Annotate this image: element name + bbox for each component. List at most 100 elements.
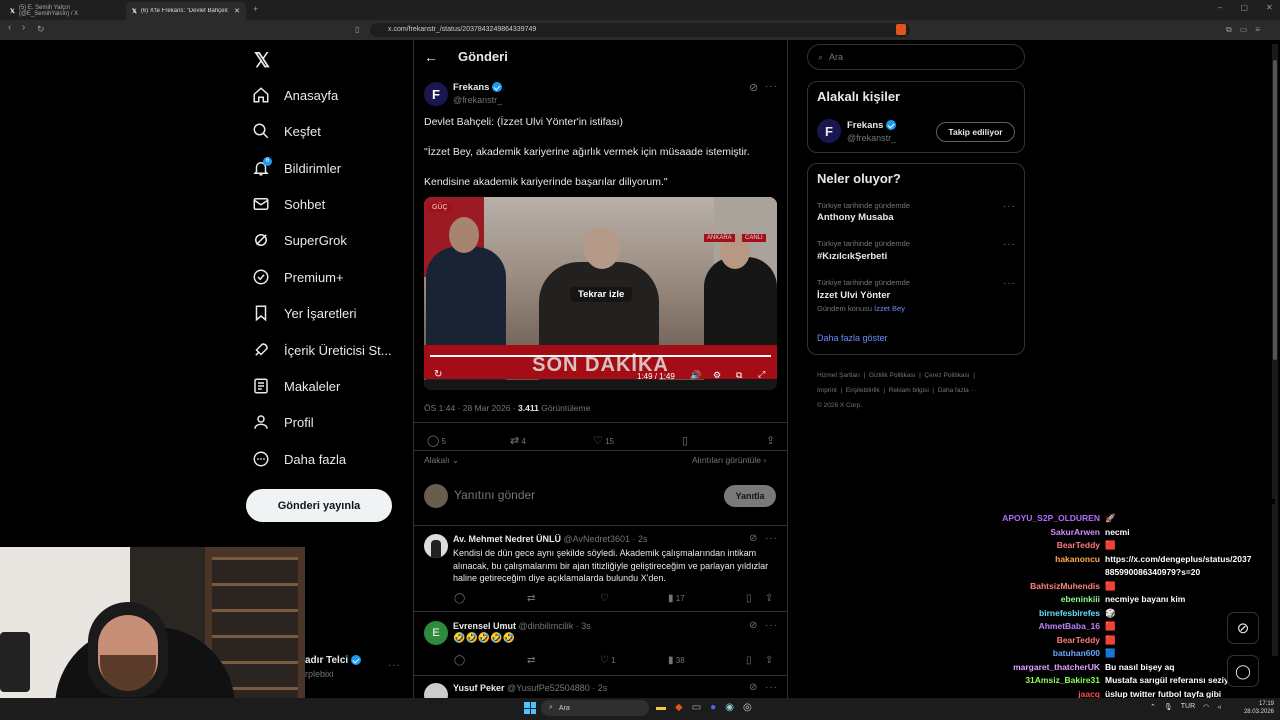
nav-articles[interactable]: Makaleler [252,372,340,400]
footer-link[interactable]: Erişilebilirlik [846,387,880,394]
views-action[interactable]: ▮ 38 [668,655,746,666]
author-name[interactable]: Frekans [453,82,503,93]
chat-username[interactable]: hakanoncu [1000,553,1105,566]
chat-username[interactable]: BearTeddy [1000,634,1105,647]
pip-icon[interactable]: ⧉ [736,370,742,381]
folder-icon[interactable]: ▬ [656,702,666,713]
retweet-icon[interactable]: ⇄ [527,593,600,604]
nav-more[interactable]: Daha fazla [252,445,346,473]
mic-icon[interactable]: 🎙 [1164,703,1173,711]
chat-username[interactable]: APOYU_S2P_OLDUREN [1000,512,1105,525]
footer-link[interactable]: Gizlilik Politikası [869,372,916,379]
grok-icon[interactable]: ⊘ [749,682,757,693]
reply-action[interactable]: ◯ 5 [427,434,510,447]
reload-icon[interactable]: ↻ [37,24,45,35]
relevance-dropdown[interactable]: Alakalı ⌄ [424,455,459,466]
reply-icon[interactable]: ◯ [454,593,527,604]
account-name[interactable]: adır Telci [305,655,361,666]
grok-icon[interactable]: ⊘ [749,620,757,631]
nav-profile[interactable]: Profil [252,408,314,436]
browser-tab[interactable]: 𝕏 (5) E. Semih Yalçın (@E_SemihYalcin) /… [4,2,124,20]
chevron-up-icon[interactable]: ⌃ [1150,703,1156,711]
language-indicator[interactable]: TUR [1181,703,1195,711]
nav-bookmarks[interactable]: Yer İşaretleri [252,299,357,327]
messages-float-icon[interactable]: ◯ [1227,655,1259,687]
account-menu-icon[interactable]: ··· [388,660,401,671]
author-avatar[interactable]: F [424,82,448,106]
nav-premium[interactable]: Premium+ [252,263,344,291]
reply-avatar[interactable] [424,534,448,558]
video-progress[interactable] [430,355,771,357]
reply-button[interactable]: Yanıtla [724,485,776,507]
video-player[interactable]: GÜÇ ANKARA CANLI SON DAKİKA Tekrar izle … [424,197,777,390]
reply-avatar[interactable]: E [424,621,448,645]
bookmark-action-icon[interactable]: ▯ [746,593,765,604]
minimize-icon[interactable]: – [1218,3,1222,12]
nav-supergrok[interactable]: SuperGrok [252,226,347,254]
footer-link[interactable]: Daha fazla ··· [938,387,977,394]
views-action[interactable]: ▮ 17 [668,593,746,604]
quotes-link[interactable]: Alıntıları görüntüle › [692,455,766,465]
reply-author[interactable]: Yusuf Peker [453,683,505,693]
bookmark-action-icon[interactable]: ▯ [746,655,765,666]
browser-tab-active[interactable]: 𝕏 (6) X'te Frekans: "Devlet Bahçeli: (İz… [126,2,246,20]
grok-icon[interactable]: ⊘ [749,81,758,94]
bookmark-action-icon[interactable]: ▯ [682,434,766,447]
more-options-icon[interactable]: ··· [765,682,778,693]
share-icon[interactable]: ⇪ [766,434,775,447]
trend-extra-link[interactable]: İzzet Bey [874,304,905,313]
back-icon[interactable]: ‹ [8,22,11,33]
nav-chat[interactable]: Sohbet [252,190,325,218]
brave-shield-icon[interactable] [896,24,906,35]
steam-icon[interactable]: ◉ [725,702,734,713]
menu-icon[interactable]: ≡ [1255,25,1260,35]
chat-username[interactable]: batuhan600 [1000,647,1105,660]
app-icon[interactable]: ◎ [743,702,752,713]
clock[interactable]: 17:19 28.03.2026 [1240,700,1274,716]
like-action[interactable]: ♡ 1 [600,655,668,666]
chat-username[interactable]: margaret_thatcherUK [1000,661,1105,674]
bookmark-icon[interactable]: ▯ [355,25,359,34]
chat-username[interactable]: BearTeddy [1000,539,1105,552]
new-tab-icon[interactable]: + [253,4,258,14]
volume-icon[interactable]: ◃ [1217,703,1221,711]
related-name[interactable]: Frekans [847,120,897,131]
following-button[interactable]: Takip ediliyor [936,122,1015,142]
settings-icon[interactable]: ⚙ [713,370,721,381]
related-avatar[interactable]: F [817,119,841,143]
trend-name[interactable]: İzzet Ulvi Yönter [817,290,890,301]
start-icon[interactable] [524,702,536,714]
nav-explore[interactable]: Keşfet [252,117,321,145]
taskbar-search[interactable]: ⌕ Ara [541,700,649,716]
url-field[interactable]: x.com/frekanstr_/status/2037843249864339… [370,23,910,37]
chat-username[interactable]: birnefesbirefes [1000,607,1105,620]
more-options-icon[interactable]: ··· [765,533,778,544]
trend-more-icon[interactable]: ··· [1003,201,1016,212]
grok-icon[interactable]: ⊘ [749,533,757,544]
brave-icon[interactable]: ◆ [675,702,683,713]
reply-icon[interactable]: ◯ [454,655,527,666]
close-window-icon[interactable]: ✕ [1266,3,1273,12]
x-logo-icon[interactable]: 𝕏 [254,48,270,73]
chat-username[interactable]: SakurArwen [1000,526,1105,539]
more-options-icon[interactable]: ··· [765,81,778,92]
like-action[interactable]: ♡ 15 [593,434,682,447]
footer-link[interactable]: Imprint [817,387,837,394]
trend-name[interactable]: Anthony Musaba [817,212,894,223]
extensions-icon[interactable]: ⧉ [1226,25,1232,35]
wifi-icon[interactable]: ◠ [1203,703,1209,711]
chat-username[interactable]: BahtsizMuhendis [1000,580,1105,593]
retweet-action[interactable]: ⇄ 4 [510,434,593,447]
post-button[interactable]: Gönderi yayınla [246,489,392,522]
maximize-icon[interactable]: ▢ [1240,3,1248,12]
grok-float-icon[interactable]: ⊘ [1227,612,1259,644]
close-tab-icon[interactable]: ✕ [234,7,240,15]
replay-icon[interactable]: ↻ [434,369,442,380]
reply-input[interactable]: Yanıtını gönder [454,488,535,502]
sidebar-icon[interactable]: ▭ [1240,25,1248,35]
trend-more-icon[interactable]: ··· [1003,278,1016,289]
footer-link[interactable]: Hizmet Şartları [817,372,860,379]
chat-username[interactable]: AhmetBaba_16 [1000,620,1105,633]
search-input[interactable]: ⌕ Ara [807,44,1025,70]
forward-icon[interactable]: › [22,22,25,33]
